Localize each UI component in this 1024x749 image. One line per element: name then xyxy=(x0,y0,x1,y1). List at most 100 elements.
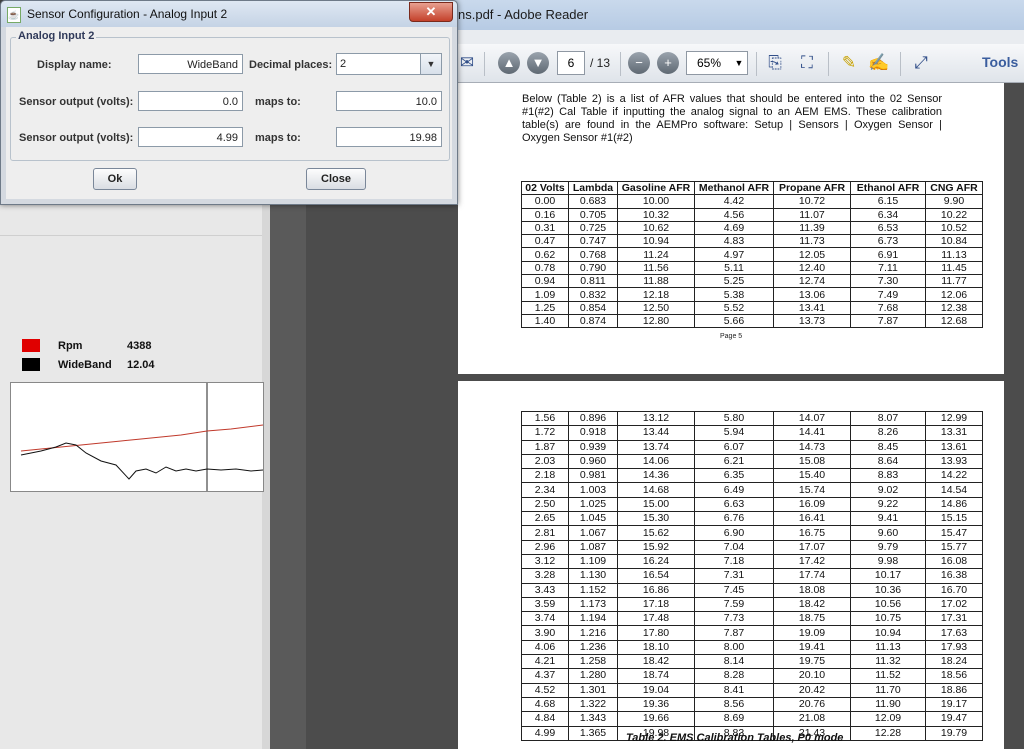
table-row: 2.65 1.045 15.30 6.76 16.41 9.41 15.15 xyxy=(521,511,983,527)
sensor-output-input-1[interactable]: 0.0 xyxy=(138,91,243,111)
table-cell: 2.96 xyxy=(521,539,569,555)
zoom-in-button[interactable]: + xyxy=(657,52,679,74)
table-cell: 19.09 xyxy=(773,625,851,641)
table-row: 1.56 0.896 13.12 5.80 14.07 8.07 12.99 xyxy=(521,410,983,427)
maps-to-input-1[interactable]: 10.0 xyxy=(336,91,442,111)
table-cell: 18.42 xyxy=(617,654,695,670)
table-cell: 18.24 xyxy=(925,654,983,670)
table-cell: 19.36 xyxy=(617,696,695,713)
decimal-places-select[interactable]: 2 ▼ xyxy=(336,53,442,75)
table-cell: 0.747 xyxy=(568,234,618,249)
table-cell: 3.12 xyxy=(521,553,569,570)
table-cell: 11.88 xyxy=(617,274,695,289)
close-icon[interactable]: ✕ xyxy=(409,2,453,22)
toolbar-separator xyxy=(900,52,901,76)
table-cell: 6.90 xyxy=(694,525,774,541)
dialog-titlebar[interactable]: ☕ Sensor Configuration - Analog Input 2 … xyxy=(1,1,457,27)
table-cell: 17.63 xyxy=(925,625,983,641)
table-cell: 14.86 xyxy=(925,496,983,513)
table-cell: 4.37 xyxy=(521,668,569,684)
close-button[interactable]: Close xyxy=(306,168,366,190)
wideband-legend-swatch xyxy=(22,358,40,371)
table-cell: 3.59 xyxy=(521,596,569,613)
table-cell: 6.53 xyxy=(850,220,926,236)
table-cell: 18.42 xyxy=(773,596,851,613)
reader-titlebar: ns.pdf - Adobe Reader xyxy=(440,0,1024,30)
page-number-input[interactable]: 6 xyxy=(557,51,585,75)
table-cell: 12.06 xyxy=(925,287,983,302)
previous-page-button[interactable]: ▲ xyxy=(498,52,520,74)
table-cell: 0.939 xyxy=(568,439,618,455)
table-cell: 4.52 xyxy=(521,682,569,698)
table-row: 0.31 0.725 10.62 4.69 11.39 6.53 10.52 xyxy=(521,220,983,236)
table-cell: 15.92 xyxy=(617,539,695,555)
table-cell: 0.47 xyxy=(521,234,569,249)
table-cell: 2.03 xyxy=(521,453,569,470)
chevron-down-icon[interactable]: ▼ xyxy=(420,54,441,74)
table-cell: 1.09 xyxy=(521,287,569,302)
sensor-output-input-2[interactable]: 4.99 xyxy=(138,127,243,147)
table-cell: 3.28 xyxy=(521,568,569,584)
table-cell: 8.56 xyxy=(694,696,774,713)
table-cell: 12.74 xyxy=(773,274,851,289)
table-cell: 1.343 xyxy=(568,711,618,727)
table-row: 3.74 1.194 17.48 7.73 18.75 10.75 17.31 xyxy=(521,611,983,627)
table-cell: 5.66 xyxy=(694,313,774,329)
table-cell: 1.301 xyxy=(568,682,618,698)
table-cell: 14.36 xyxy=(617,468,695,484)
comment-icon[interactable]: ✎ xyxy=(838,52,860,74)
table-row: 3.59 1.173 17.18 7.59 18.42 10.56 17.02 xyxy=(521,596,983,613)
table-cell: 1.173 xyxy=(568,596,618,613)
dialog-title: Sensor Configuration - Analog Input 2 xyxy=(27,7,228,21)
fit-width-icon[interactable]: ⛶ xyxy=(796,52,818,74)
table-cell: 21.08 xyxy=(773,711,851,727)
highlight-icon[interactable]: ✍ xyxy=(868,52,890,74)
table-cell: 11.45 xyxy=(925,260,983,276)
display-name-input[interactable]: WideBand xyxy=(138,54,243,74)
table-cell: 7.73 xyxy=(694,611,774,627)
table-cell: 17.80 xyxy=(617,625,695,641)
tools-link[interactable]: Tools xyxy=(982,54,1018,70)
table-row: 3.12 1.109 16.24 7.18 17.42 9.98 16.08 xyxy=(521,553,983,570)
table-cell: 15.47 xyxy=(925,525,983,541)
table-cell: 13.12 xyxy=(617,410,695,427)
table-cell: 0.31 xyxy=(521,220,569,236)
table-cell: 8.00 xyxy=(694,639,774,656)
table-header-cell: 02 Volts xyxy=(521,180,569,196)
zoom-input[interactable]: 65% xyxy=(686,51,732,75)
fit-page-icon[interactable]: ⎘ xyxy=(764,52,786,74)
wideband-legend-label: WideBand xyxy=(58,359,112,371)
maps-to-input-2[interactable]: 19.98 xyxy=(336,127,442,147)
table-row: 1.40 0.874 12.80 5.66 13.73 7.87 12.68 xyxy=(521,313,983,329)
table-cell: 6.76 xyxy=(694,511,774,527)
table-cell: 0.896 xyxy=(568,410,618,427)
table-cell: 19.41 xyxy=(773,639,851,656)
table-cell: 3.74 xyxy=(521,611,569,627)
zoom-dropdown-icon[interactable]: ▼ xyxy=(731,51,748,75)
table-cell: 11.07 xyxy=(773,207,851,222)
table-cell: 17.31 xyxy=(925,611,983,627)
table-cell: 13.61 xyxy=(925,439,983,455)
expand-icon[interactable]: ⤢ xyxy=(910,52,932,74)
ok-button[interactable]: Ok xyxy=(93,168,137,190)
zoom-out-button[interactable]: − xyxy=(628,52,650,74)
rpm-trace xyxy=(20,424,264,452)
table-cell: 11.56 xyxy=(617,260,695,276)
table-cell: 10.36 xyxy=(850,582,926,598)
table-cell: 10.52 xyxy=(925,220,983,236)
table-cell: 18.74 xyxy=(617,668,695,684)
table-cell: 6.15 xyxy=(850,194,926,209)
live-graph[interactable] xyxy=(10,382,264,492)
table-cell: 4.21 xyxy=(521,654,569,670)
table-cell: 0.918 xyxy=(568,425,618,441)
table-cell: 5.52 xyxy=(694,300,774,315)
email-icon[interactable]: ✉ xyxy=(456,52,478,74)
table-cell: 9.79 xyxy=(850,539,926,555)
table-cell: 13.06 xyxy=(773,287,851,302)
table-cell: 11.70 xyxy=(850,682,926,698)
table-cell: 12.80 xyxy=(617,313,695,329)
table-cell: 18.56 xyxy=(925,668,983,684)
table-cell: 7.59 xyxy=(694,596,774,613)
table-row: 3.90 1.216 17.80 7.87 19.09 10.94 17.63 xyxy=(521,625,983,641)
next-page-button[interactable]: ▼ xyxy=(527,52,549,74)
